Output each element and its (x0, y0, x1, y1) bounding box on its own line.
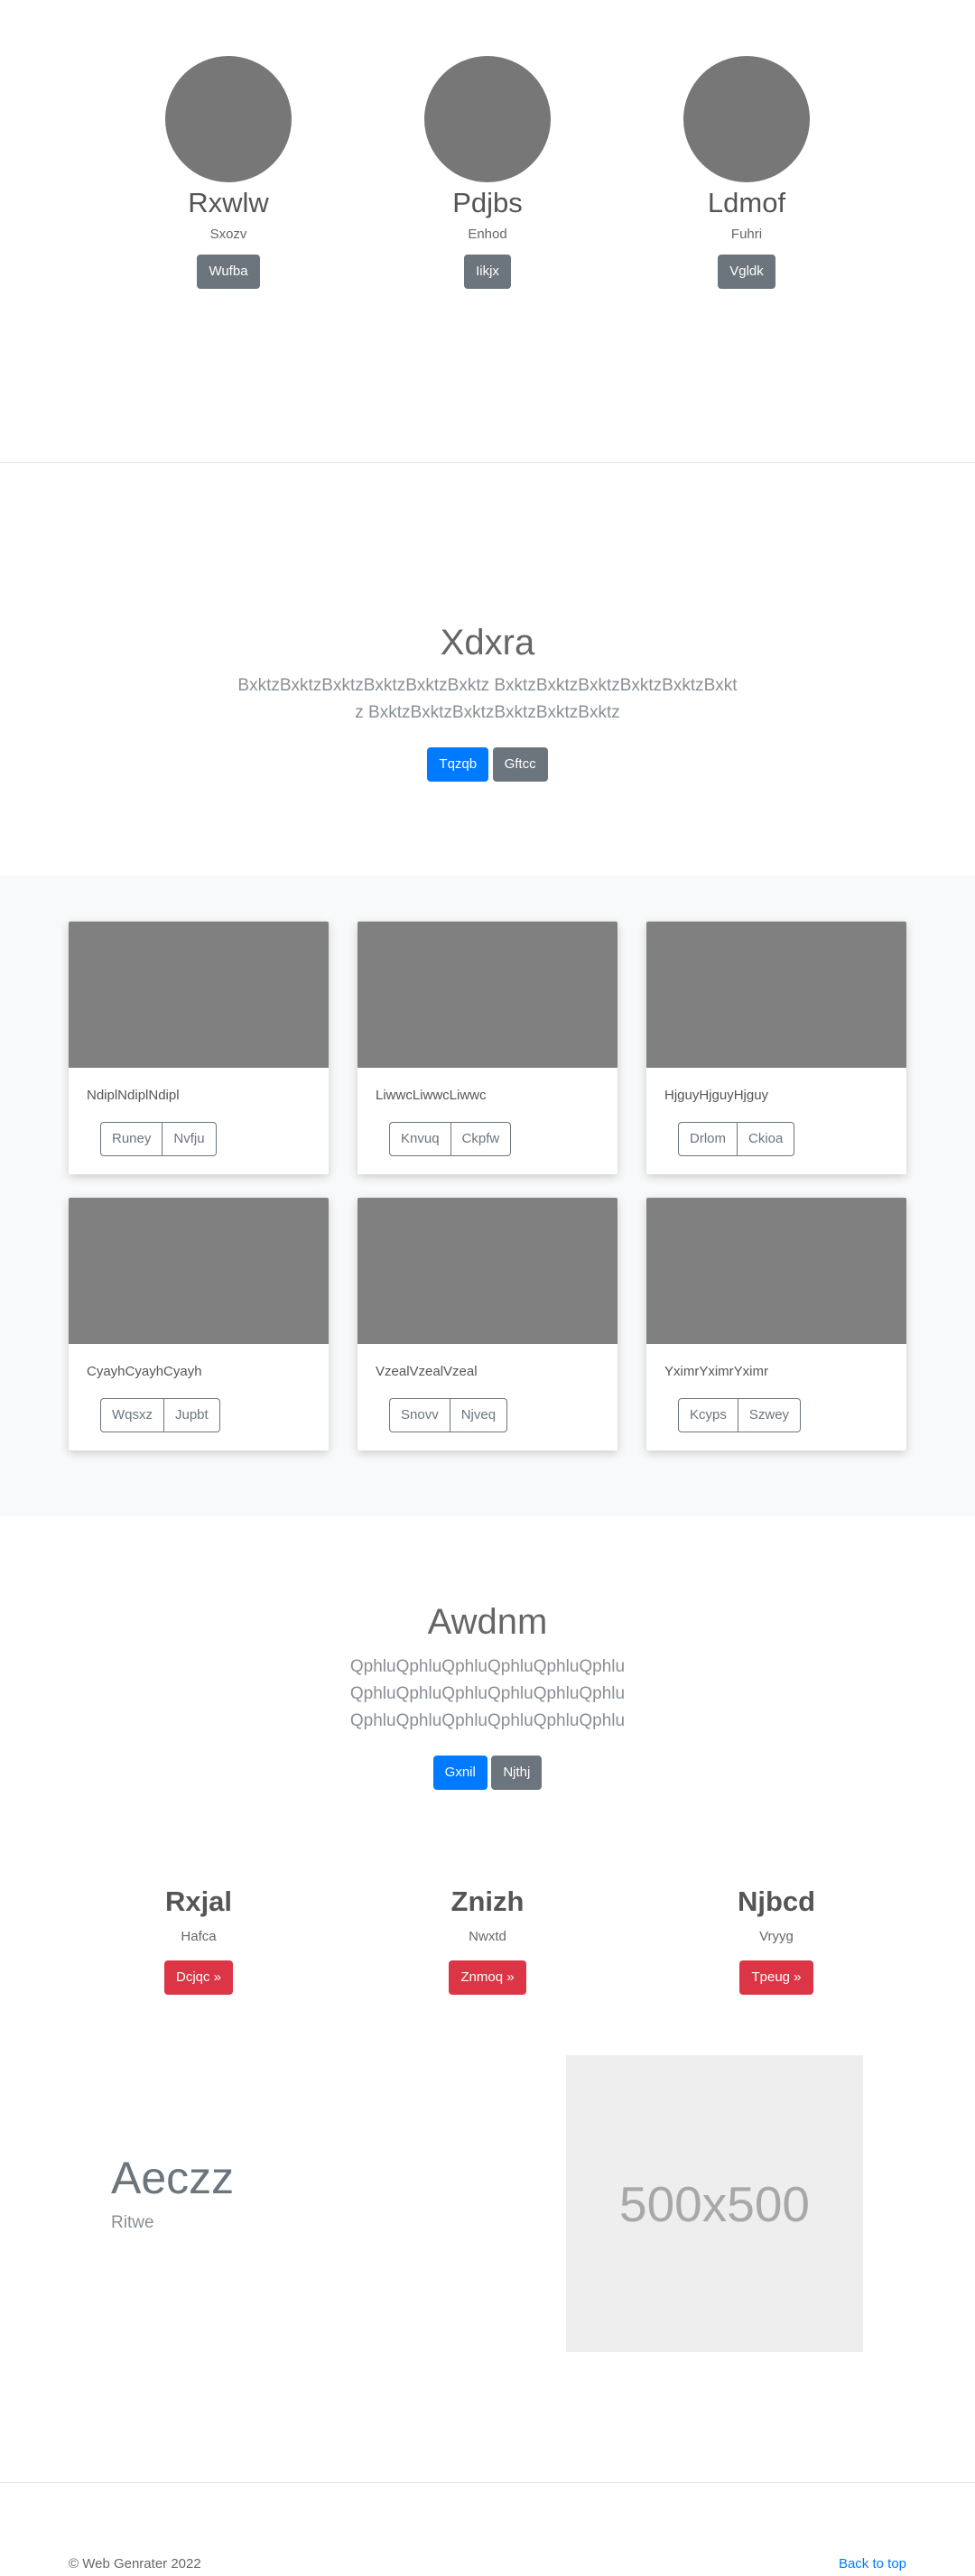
marketing-button[interactable]: Znmoq » (449, 1960, 526, 1995)
hero-primary-button[interactable]: Tqzqb (427, 747, 489, 782)
card-view-button[interactable]: Wqsxz (100, 1398, 164, 1432)
card-view-button[interactable]: Drlom (678, 1122, 738, 1156)
marketing-button[interactable]: Dcjqc » (163, 1960, 234, 1995)
card-image (646, 922, 906, 1068)
divider (0, 462, 975, 463)
marketing-title: Njbcd (737, 1886, 816, 1917)
card-button-group: Snovv Njveq (389, 1398, 508, 1432)
card-edit-button[interactable]: Ckioa (738, 1122, 795, 1156)
card-image (69, 1198, 329, 1344)
card-button-group: Kcyps Szwey (678, 1398, 802, 1432)
hero2-title: Awdnm (427, 1602, 548, 1642)
profile-card: Pdjbs Enhod Iikjx (388, 56, 587, 289)
card-image (69, 922, 329, 1068)
card-view-button[interactable]: Runey (100, 1122, 163, 1156)
profile-button[interactable]: Iikjx (464, 255, 511, 289)
profile-role: Enhod (468, 227, 507, 242)
card-text: HjguyHjguyHjguy (664, 1088, 769, 1103)
album-card: NdiplNdiplNdipl Runey Nvfju (69, 922, 329, 1174)
card-image (358, 1198, 618, 1344)
profile-card: Rxwlw Sxozv Wufba (129, 56, 328, 289)
album-card: CyayhCyayhCyayh Wqsxz Jupbt (69, 1198, 329, 1450)
profile-name: Ldmof (707, 187, 786, 218)
card-text: YximrYximrYximr (664, 1364, 768, 1379)
featurette-heading: Aeczz (111, 2153, 235, 2203)
marketing-subtitle: Vryyg (759, 1929, 794, 1944)
profile-button[interactable]: Vgldk (718, 255, 775, 289)
footer-copyright: © Web Genrater 2022 (69, 2556, 201, 2571)
card-edit-button[interactable]: Nvfju (162, 1122, 217, 1156)
card-text: NdiplNdiplNdipl (87, 1088, 180, 1103)
card-edit-button[interactable]: Szwey (738, 1398, 802, 1432)
card-button-group: Drlom Ckioa (678, 1122, 795, 1156)
avatar (165, 56, 292, 182)
marketing-column: Znizh Nwxtd Znmoq » (370, 1885, 605, 1995)
hero2-primary-button[interactable]: Gxnil (432, 1756, 488, 1790)
avatar (424, 56, 551, 182)
card-button-group: Knvuq Ckpfw (389, 1122, 512, 1156)
card-button-group: Runey Nvfju (100, 1122, 217, 1156)
hero2-lead: QphluQphluQphluQphluQphluQphlu QphluQphl… (349, 1657, 626, 1730)
profile-button[interactable]: Wufba (197, 255, 260, 289)
card-edit-button[interactable]: Njveq (450, 1398, 508, 1432)
card-view-button[interactable]: Kcyps (678, 1398, 738, 1432)
card-text: LiwwcLiwwcLiwwc (376, 1088, 487, 1103)
card-image (646, 1198, 906, 1344)
hero-title: Xdxra (440, 623, 535, 663)
hero-actions: Tqzqb Gftcc (0, 747, 975, 782)
card-text: VzealVzealVzeal (376, 1364, 478, 1379)
featurette-subheading: Ritwe (111, 2213, 154, 2232)
card-text: CyayhCyayhCyayh (87, 1364, 202, 1379)
marketing-column: Rxjal Hafca Dcjqc » (81, 1885, 316, 1995)
back-to-top-link[interactable]: Back to top (839, 2556, 906, 2571)
card-edit-button[interactable]: Ckpfw (450, 1122, 512, 1156)
hero-secondary-button[interactable]: Gftcc (492, 747, 548, 782)
album-card: YximrYximrYximr Kcyps Szwey (646, 1198, 906, 1450)
album-card: LiwwcLiwwcLiwwc Knvuq Ckpfw (358, 922, 618, 1174)
marketing-subtitle: Hafca (181, 1929, 217, 1944)
hero2-actions: Gxnil Njthj (0, 1756, 975, 1790)
profile-card: Ldmof Fuhri Vgldk (647, 56, 846, 289)
card-image (358, 922, 618, 1068)
marketing-title: Rxjal (164, 1886, 233, 1917)
hero2-secondary-button[interactable]: Njthj (491, 1756, 543, 1790)
card-edit-button[interactable]: Jupbt (164, 1398, 220, 1432)
marketing-button[interactable]: Tpeug » (739, 1960, 813, 1995)
profile-name: Pdjbs (452, 187, 523, 218)
divider (0, 2482, 975, 2483)
profile-role: Sxozv (209, 227, 247, 242)
album-card: VzealVzealVzeal Snovv Njveq (358, 1198, 618, 1450)
album-card: HjguyHjguyHjguy Drlom Ckioa (646, 922, 906, 1174)
marketing-title: Znizh (450, 1886, 525, 1917)
card-view-button[interactable]: Knvuq (389, 1122, 451, 1156)
avatar (683, 56, 810, 182)
marketing-column: Njbcd Vryyg Tpeug » (659, 1885, 894, 1995)
marketing-subtitle: Nwxtd (469, 1929, 506, 1944)
profile-role: Fuhri (730, 227, 763, 242)
profile-name: Rxwlw (188, 187, 269, 218)
hero-lead: BxktzBxktzBxktzBxktzBxktzBxktz BxktzBxkt… (237, 676, 738, 722)
card-view-button[interactable]: Snovv (389, 1398, 450, 1432)
placeholder-image: 500x500 (566, 2055, 863, 2352)
card-button-group: Wqsxz Jupbt (100, 1398, 220, 1432)
